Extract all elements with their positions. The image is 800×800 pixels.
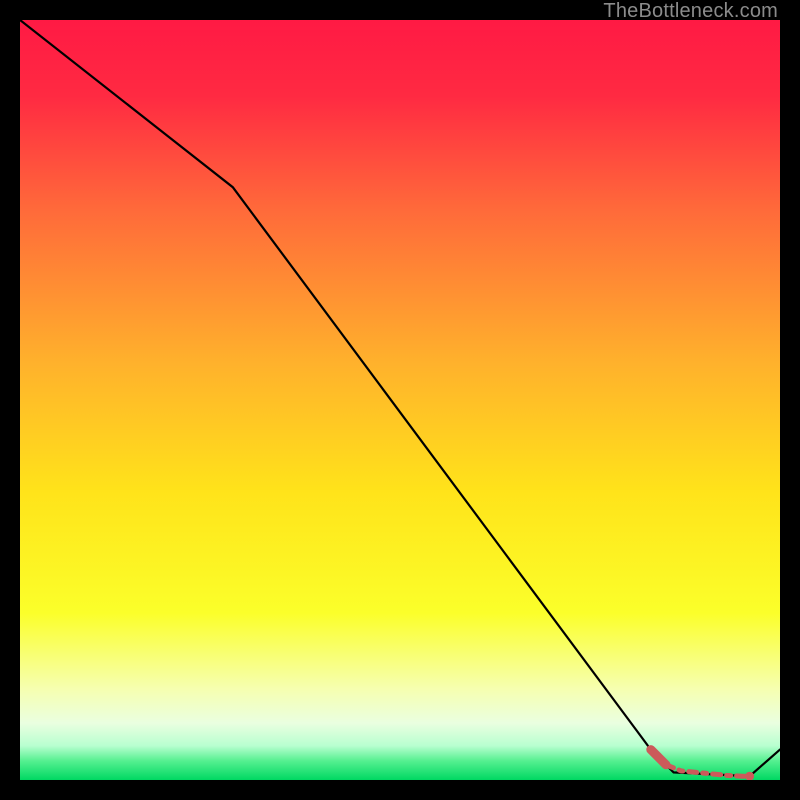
gradient-background [20,20,780,780]
watermark-text: TheBottleneck.com [603,0,778,23]
bottleneck-chart [20,20,780,780]
chart-frame [20,20,780,780]
